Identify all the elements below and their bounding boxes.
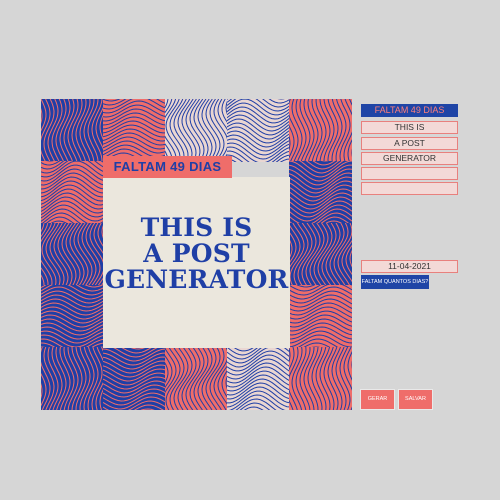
post-headline: THIS IS A POST GENERATOR [103,215,290,293]
headline-line-2: A POST [143,239,250,268]
pattern-tile [289,285,352,348]
headline-line-1: THIS IS [140,213,253,242]
headline-line-4-field[interactable] [361,167,458,180]
pattern-tile [289,161,352,224]
pattern-tile [41,99,104,162]
headline-line-1-field[interactable]: THIS IS [361,121,458,134]
pattern-tile [289,223,352,286]
date-field[interactable]: 11-04-2021 [361,260,458,273]
days-left-button[interactable]: FALTAM QUANTOS DIAS? [361,275,429,289]
pattern-tile [289,347,352,410]
headline-line-5-field[interactable] [361,182,458,195]
pattern-tile [41,347,104,410]
pattern-tile [41,223,104,286]
pattern-tile [41,161,104,224]
pattern-tile [165,99,228,162]
headline-line-3: GENERATOR [104,265,289,294]
pattern-tile [165,347,228,410]
pattern-tile [103,347,166,410]
pattern-tile [227,99,290,162]
pattern-tile [227,347,290,410]
save-button[interactable]: SALVAR [398,389,433,410]
headline-line-3-field[interactable]: GENERATOR [361,152,458,165]
pattern-tile [103,99,166,162]
pattern-tile [289,99,352,162]
pattern-tile [41,285,104,348]
headline-line-2-field[interactable]: A POST [361,137,458,150]
countdown-tag: FALTAM 49 DIAS [103,156,232,178]
countdown-text-field[interactable]: FALTAM 49 DIAS [361,104,458,117]
generate-button[interactable]: GERAR [360,389,395,410]
